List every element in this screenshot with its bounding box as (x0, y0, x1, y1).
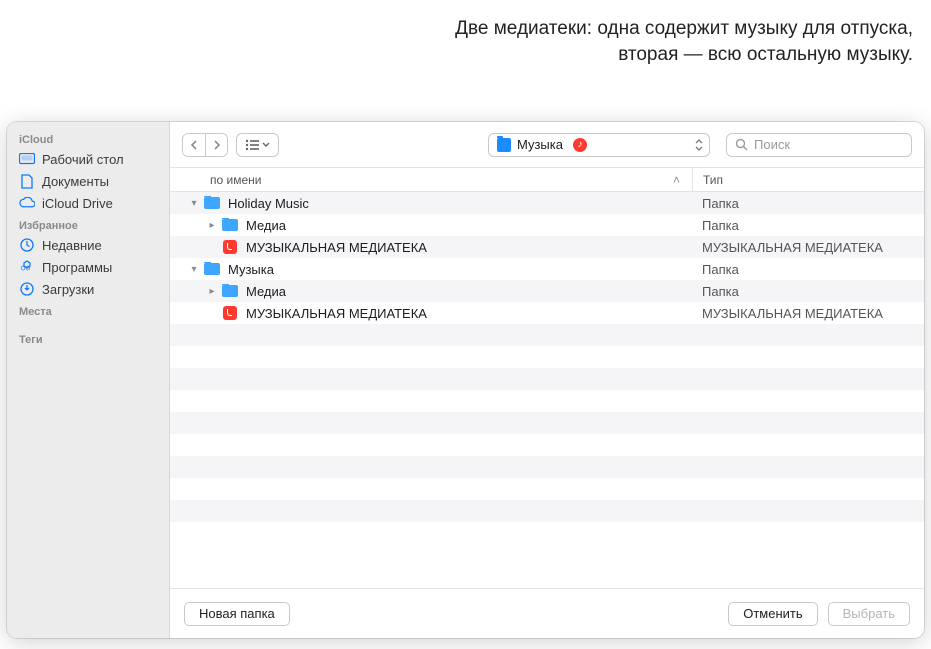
chevron-down-icon (262, 142, 270, 148)
main-panel: Музыка ♪ по имени ˄ Тип ▾ Holiday Music Па… (170, 122, 924, 638)
empty-row (170, 456, 924, 478)
empty-row (170, 346, 924, 368)
annotation-callout: Две медиатеки: одна содержит музыку для … (433, 16, 913, 67)
sidebar-item-label: Недавние (42, 238, 102, 253)
file-row[interactable]: МУЗЫКАЛЬНАЯ МЕДИАТЕКА МУЗЫКАЛЬНАЯ МЕДИАТЕ… (170, 302, 924, 324)
file-type: Папка (692, 196, 924, 211)
clock-icon (19, 237, 35, 253)
empty-row (170, 522, 924, 544)
choose-button[interactable]: Выбрать (828, 602, 910, 626)
sidebar-item-label: Загрузки (42, 282, 94, 297)
sort-ascending-icon: ˄ (673, 173, 692, 187)
empty-row (170, 368, 924, 390)
file-name: Holiday Music (228, 196, 309, 211)
file-name: Медиа (246, 218, 286, 233)
document-icon (19, 173, 35, 189)
music-library-icon (222, 240, 238, 254)
file-name: МУЗЫКАЛЬНАЯ МЕДИАТЕКА (246, 240, 427, 255)
file-name: МУЗЫКАЛЬНАЯ МЕДИАТЕКА (246, 306, 427, 321)
sidebar-section-icloud: iCloud (7, 128, 169, 148)
file-type: Папка (692, 218, 924, 233)
sidebar-section-tags: Теги (7, 328, 169, 348)
new-folder-button[interactable]: Новая папка (184, 602, 290, 626)
apps-icon (19, 259, 35, 275)
sidebar-item-downloads[interactable]: Загрузки (7, 278, 169, 300)
column-type[interactable]: Тип (692, 168, 924, 191)
disclosure-triangle[interactable]: ▸ (206, 286, 218, 297)
desktop-icon (19, 151, 35, 167)
cancel-button[interactable]: Отменить (728, 602, 817, 626)
folder-icon (204, 196, 220, 210)
list-header: по имени ˄ Тип (170, 168, 924, 192)
search-icon (735, 138, 748, 151)
sidebar-section-favorites: Избранное (7, 214, 169, 234)
folder-icon (204, 262, 220, 276)
download-icon (19, 281, 35, 297)
disclosure-triangle[interactable]: ▾ (188, 198, 200, 209)
list-view-icon (245, 139, 259, 151)
empty-row (170, 324, 924, 346)
music-badge-icon: ♪ (573, 138, 587, 152)
file-name: Медиа (246, 284, 286, 299)
chevron-updown-icon (695, 139, 703, 151)
empty-row (170, 434, 924, 456)
sidebar-item-label: iCloud Drive (42, 196, 113, 211)
nav-forward-button[interactable] (205, 134, 227, 156)
file-row[interactable]: ▸ Медиа Папка (170, 280, 924, 302)
file-list[interactable]: ▾ Holiday Music Папка ▸ Медиа Папка МУЗЫКАЛЬНА… (170, 192, 924, 588)
file-row[interactable]: ▾ Holiday Music Папка (170, 192, 924, 214)
path-folder-chip: Музыка (497, 137, 563, 152)
file-type: МУЗЫКАЛЬНАЯ МЕДИАТЕКА (692, 306, 924, 321)
content-area: iCloud Рабочий стол Документы iCloud Dri… (7, 122, 924, 638)
sidebar-item-label: Рабочий стол (42, 152, 124, 167)
sidebar: iCloud Рабочий стол Документы iCloud Dri… (7, 122, 170, 638)
empty-row (170, 478, 924, 500)
toolbar: Музыка ♪ (170, 122, 924, 168)
sidebar-item-documents[interactable]: Документы (7, 170, 169, 192)
file-row[interactable]: ▾ Музыка Папка (170, 258, 924, 280)
nav-back-button[interactable] (183, 134, 205, 156)
sidebar-item-recents[interactable]: Недавние (7, 234, 169, 256)
sidebar-item-label: Программы (42, 260, 112, 275)
folder-icon (222, 284, 238, 298)
sidebar-section-locations: Места (7, 300, 169, 320)
disclosure-triangle[interactable]: ▸ (206, 220, 218, 231)
bottom-bar: Новая папка Отменить Выбрать (170, 588, 924, 638)
file-type: Папка (692, 262, 924, 277)
sidebar-item-desktop[interactable]: Рабочий стол (7, 148, 169, 170)
empty-row (170, 500, 924, 522)
file-type: Папка (692, 284, 924, 299)
search-input[interactable] (754, 137, 903, 152)
sidebar-item-iclouddrive[interactable]: iCloud Drive (7, 192, 169, 214)
music-library-icon (222, 306, 238, 320)
path-popup[interactable]: Музыка ♪ (488, 133, 710, 157)
search-box[interactable] (726, 133, 912, 157)
sidebar-item-applications[interactable]: Программы (7, 256, 169, 278)
open-dialog-window: iCloud Рабочий стол Документы iCloud Dri… (7, 122, 924, 638)
view-options-button[interactable] (236, 133, 279, 157)
folder-icon (497, 138, 511, 152)
sidebar-item-label: Документы (42, 174, 109, 189)
file-type: МУЗЫКАЛЬНАЯ МЕДИАТЕКА (692, 240, 924, 255)
empty-row (170, 412, 924, 434)
path-label: Музыка (517, 137, 563, 152)
column-name[interactable]: по имени (170, 173, 673, 187)
disclosure-triangle[interactable]: ▾ (188, 264, 200, 275)
file-name: Музыка (228, 262, 274, 277)
file-row[interactable]: ▸ Медиа Папка (170, 214, 924, 236)
nav-buttons (182, 133, 228, 157)
empty-row (170, 390, 924, 412)
cloud-icon (19, 195, 35, 211)
file-row[interactable]: МУЗЫКАЛЬНАЯ МЕДИАТЕКА МУЗЫКАЛЬНАЯ МЕДИАТЕ… (170, 236, 924, 258)
folder-icon (222, 218, 238, 232)
